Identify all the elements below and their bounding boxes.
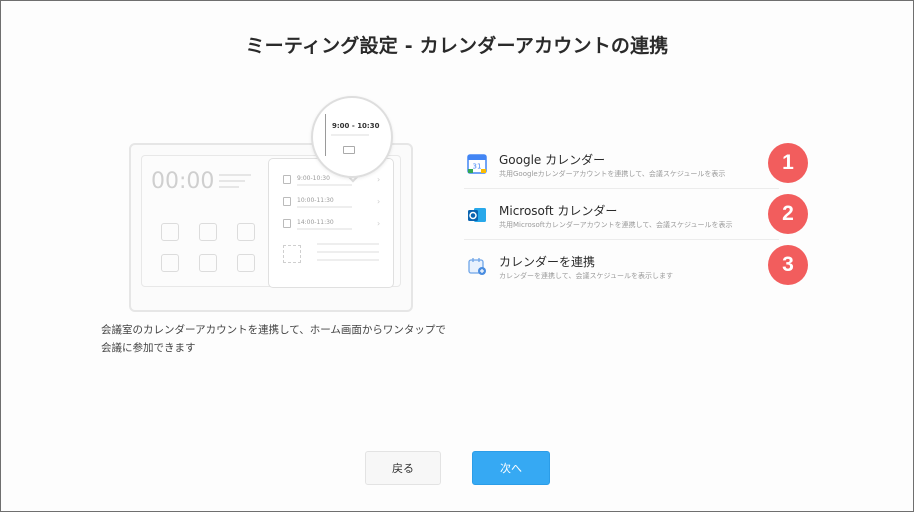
chevron-right-icon: › (377, 219, 381, 228)
event-icon (283, 219, 291, 228)
event-time: 9:00-10:30 (297, 175, 330, 182)
schedule-panel: 9:00-10:30 › 10:00-11:30 › 14:00-11:30 › (268, 158, 394, 288)
video-camera-icon (343, 146, 355, 154)
clock-placeholder-lines (219, 174, 251, 192)
grid-tile (161, 254, 179, 272)
calendar-illustration: 00:00 9:00-10:30 › 10:00-11:30 › 14:00-1… (121, 96, 421, 321)
step-badge: 1 (768, 143, 808, 183)
option-link-calendar[interactable]: カレンダーを連携 カレンダーを連携して、会議スケジュールを表示します 3 (464, 243, 809, 291)
next-button[interactable]: 次へ (472, 451, 550, 485)
dialog-title: ミーティング設定 - カレンダーアカウントの連携 (245, 35, 669, 57)
outlook-icon (468, 208, 486, 222)
divider (464, 188, 779, 189)
grid-tile (237, 223, 255, 241)
grid-tile (199, 254, 217, 272)
option-subtitle: カレンダーを連携して、会議スケジュールを表示します (499, 272, 673, 280)
event-icon (283, 197, 291, 206)
option-title: Microsoft カレンダー (499, 204, 618, 218)
grid-tile (161, 223, 179, 241)
option-subtitle: 共用Microsoftカレンダーアカウントを連携して、会議スケジュールを表示 (499, 221, 733, 229)
description-text: 会議室のカレンダーアカウントを連携して、ホーム画面からワンタップで会議に参加でき… (101, 324, 446, 354)
divider (464, 239, 779, 240)
option-title: Google カレンダー (499, 153, 606, 167)
step-badge: 3 (768, 245, 808, 285)
google-calendar-icon: 31 (467, 154, 487, 174)
chevron-right-icon: › (377, 197, 381, 206)
grid-tile (237, 254, 255, 272)
option-google-calendar[interactable]: 31 Google カレンダー 共用Googleカレンダーアカウントを連携して、… (464, 141, 809, 189)
back-button[interactable]: 戻る (365, 451, 441, 485)
bubble-time: 9:00 - 10:30 (332, 122, 380, 130)
dialog: ミーティング設定 - カレンダーアカウントの連携 00:00 9:00-10:3… (0, 0, 914, 512)
grid-tile (199, 223, 217, 241)
step-badge: 2 (768, 194, 808, 234)
svg-text:31: 31 (473, 163, 482, 171)
option-subtitle: 共用Googleカレンダーアカウントを連携して、会議スケジュールを表示 (499, 170, 726, 178)
event-icon (283, 175, 291, 184)
event-time: 14:00-11:30 (297, 219, 334, 226)
qr-code-icon (283, 245, 301, 263)
illustration-clock: 00:00 (151, 169, 215, 194)
event-time: 10:00-11:30 (297, 197, 334, 204)
option-title: カレンダーを連携 (499, 255, 596, 269)
chevron-right-icon: › (377, 175, 381, 184)
meeting-bubble: 9:00 - 10:30 (311, 96, 393, 178)
option-microsoft-calendar[interactable]: Microsoft カレンダー 共用Microsoftカレンダーアカウントを連携… (464, 192, 809, 240)
calendar-add-icon (468, 258, 486, 275)
